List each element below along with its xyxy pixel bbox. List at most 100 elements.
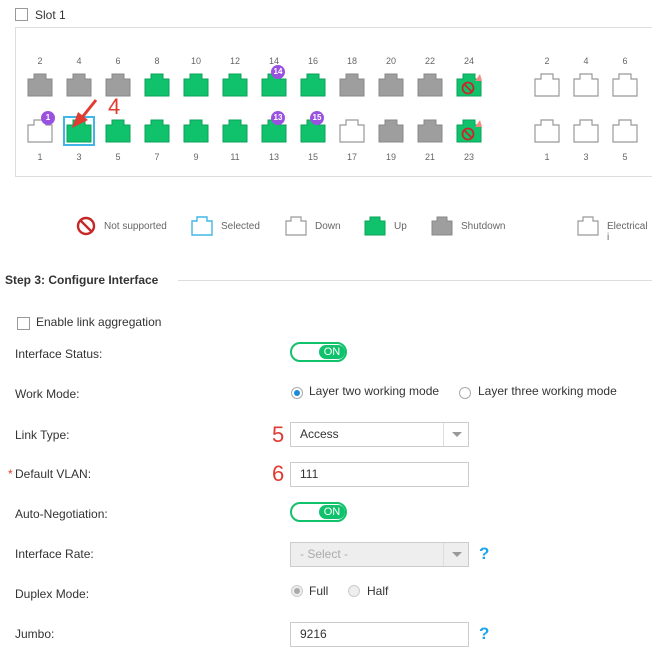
port-number: 3 <box>583 152 589 162</box>
work-mode-label: Work Mode: <box>15 387 80 401</box>
electrical-port-icon <box>577 216 599 236</box>
up-port-icon <box>364 216 386 236</box>
default-vlan-label: Default VLAN: <box>15 467 92 481</box>
port-top-18[interactable] <box>339 73 365 97</box>
port-bottom-7[interactable] <box>144 119 170 143</box>
port-bottom-23[interactable] <box>456 119 482 143</box>
port-number: 3 <box>76 152 82 162</box>
port-ext-bottom-1[interactable] <box>534 119 560 143</box>
port-bottom-21[interactable] <box>417 119 443 143</box>
port-number: 4 <box>583 56 589 66</box>
port-number: 13 <box>268 152 279 162</box>
selected-port-icon <box>191 216 213 236</box>
port-badge: 14 <box>271 65 285 79</box>
port-number: 2 <box>544 56 550 66</box>
link-type-value: Access <box>300 427 339 441</box>
down-port-icon <box>285 216 307 236</box>
duplex-mode-label: Duplex Mode: <box>15 587 90 601</box>
required-marker: * <box>8 467 13 481</box>
legend-selected: Selected <box>221 221 260 232</box>
port-number: 21 <box>424 152 435 162</box>
chevron-down-icon <box>443 423 468 446</box>
slot-checkbox[interactable] <box>15 8 28 21</box>
port-top-16[interactable] <box>300 73 326 97</box>
port-ext-top-6[interactable] <box>612 73 638 97</box>
default-vlan-input[interactable]: 111 <box>290 462 469 487</box>
jumbo-help-icon[interactable]: ? <box>479 624 489 644</box>
port-number: 10 <box>190 56 201 66</box>
auto-negotiation-toggle-text: ON <box>319 505 345 519</box>
port-number: 23 <box>463 152 474 162</box>
section-divider <box>178 280 652 281</box>
port-badge: 15 <box>310 111 324 125</box>
port-badge: 13 <box>271 111 285 125</box>
port-number: 8 <box>154 56 160 66</box>
port-number: 22 <box>424 56 435 66</box>
port-top-20[interactable] <box>378 73 404 97</box>
port-top-2[interactable] <box>27 73 53 97</box>
layer-three-radio[interactable] <box>459 387 471 399</box>
port-number: 5 <box>622 152 628 162</box>
shutdown-port-icon <box>431 216 453 236</box>
auto-negotiation-label: Auto-Negotiation: <box>15 507 108 521</box>
port-top-24[interactable] <box>456 73 482 97</box>
slot-label: Slot 1 <box>35 8 66 22</box>
link-aggregation-label: Enable link aggregation <box>36 315 162 329</box>
link-type-select[interactable]: Access <box>290 422 469 447</box>
duplex-full-radio[interactable] <box>291 585 303 597</box>
layer-two-label: Layer two working mode <box>309 384 440 398</box>
auto-negotiation-toggle[interactable]: ON <box>290 502 347 522</box>
jumbo-input[interactable]: 9216 <box>290 622 469 647</box>
port-top-22[interactable] <box>417 73 443 97</box>
port-number: 20 <box>385 56 396 66</box>
chevron-down-icon <box>443 543 468 566</box>
port-top-10[interactable] <box>183 73 209 97</box>
port-top-4[interactable] <box>66 73 92 97</box>
duplex-half-radio[interactable] <box>348 585 360 597</box>
layer-two-radio[interactable] <box>291 387 303 399</box>
port-bottom-11[interactable] <box>222 119 248 143</box>
port-ext-bottom-5[interactable] <box>612 119 638 143</box>
legend-down: Down <box>315 221 341 232</box>
annotation-5: 5 <box>272 422 285 447</box>
interface-rate-help-icon[interactable]: ? <box>479 544 489 564</box>
port-ext-bottom-3[interactable] <box>573 119 599 143</box>
not-supported-icon <box>76 216 96 236</box>
annotation-4: 4 <box>108 94 121 119</box>
port-number: 7 <box>154 152 160 162</box>
jumbo-value: 9216 <box>300 627 327 641</box>
port-bottom-19[interactable] <box>378 119 404 143</box>
legend-up: Up <box>394 221 407 232</box>
port-bottom-5[interactable] <box>105 119 131 143</box>
port-ext-top-4[interactable] <box>573 73 599 97</box>
jumbo-label: Jumbo: <box>15 627 55 641</box>
port-top-8[interactable] <box>144 73 170 97</box>
port-ext-top-2[interactable] <box>534 73 560 97</box>
port-bottom-17[interactable] <box>339 119 365 143</box>
port-badge: 1 <box>41 111 55 125</box>
interface-rate-label: Interface Rate: <box>15 547 94 561</box>
port-number: 4 <box>76 56 82 66</box>
legend-shutdown: Shutdown <box>461 221 506 232</box>
port-bottom-9[interactable] <box>183 119 209 143</box>
interface-rate-select[interactable]: - Select - <box>290 542 469 567</box>
interface-status-label: Interface Status: <box>15 347 103 361</box>
port-number: 1 <box>37 152 43 162</box>
interface-status-toggle[interactable]: ON <box>290 342 347 362</box>
default-vlan-value: 111 <box>300 467 319 481</box>
port-number: 17 <box>346 152 357 162</box>
interface-rate-placeholder: - Select - <box>300 547 349 561</box>
port-number: 11 <box>230 152 240 162</box>
link-aggregation-checkbox[interactable] <box>17 317 30 330</box>
port-number: 14 <box>268 56 279 66</box>
interface-status-toggle-text: ON <box>319 345 345 359</box>
annotation-arrow-icon <box>72 99 98 128</box>
port-top-12[interactable] <box>222 73 248 97</box>
duplex-half-label: Half <box>367 584 389 598</box>
link-type-label: Link Type: <box>15 428 70 442</box>
annotation-6: 6 <box>272 461 285 486</box>
port-number: 19 <box>385 152 396 162</box>
port-number: 1 <box>544 152 550 162</box>
port-number: 12 <box>229 56 240 66</box>
duplex-full-label: Full <box>309 584 329 598</box>
